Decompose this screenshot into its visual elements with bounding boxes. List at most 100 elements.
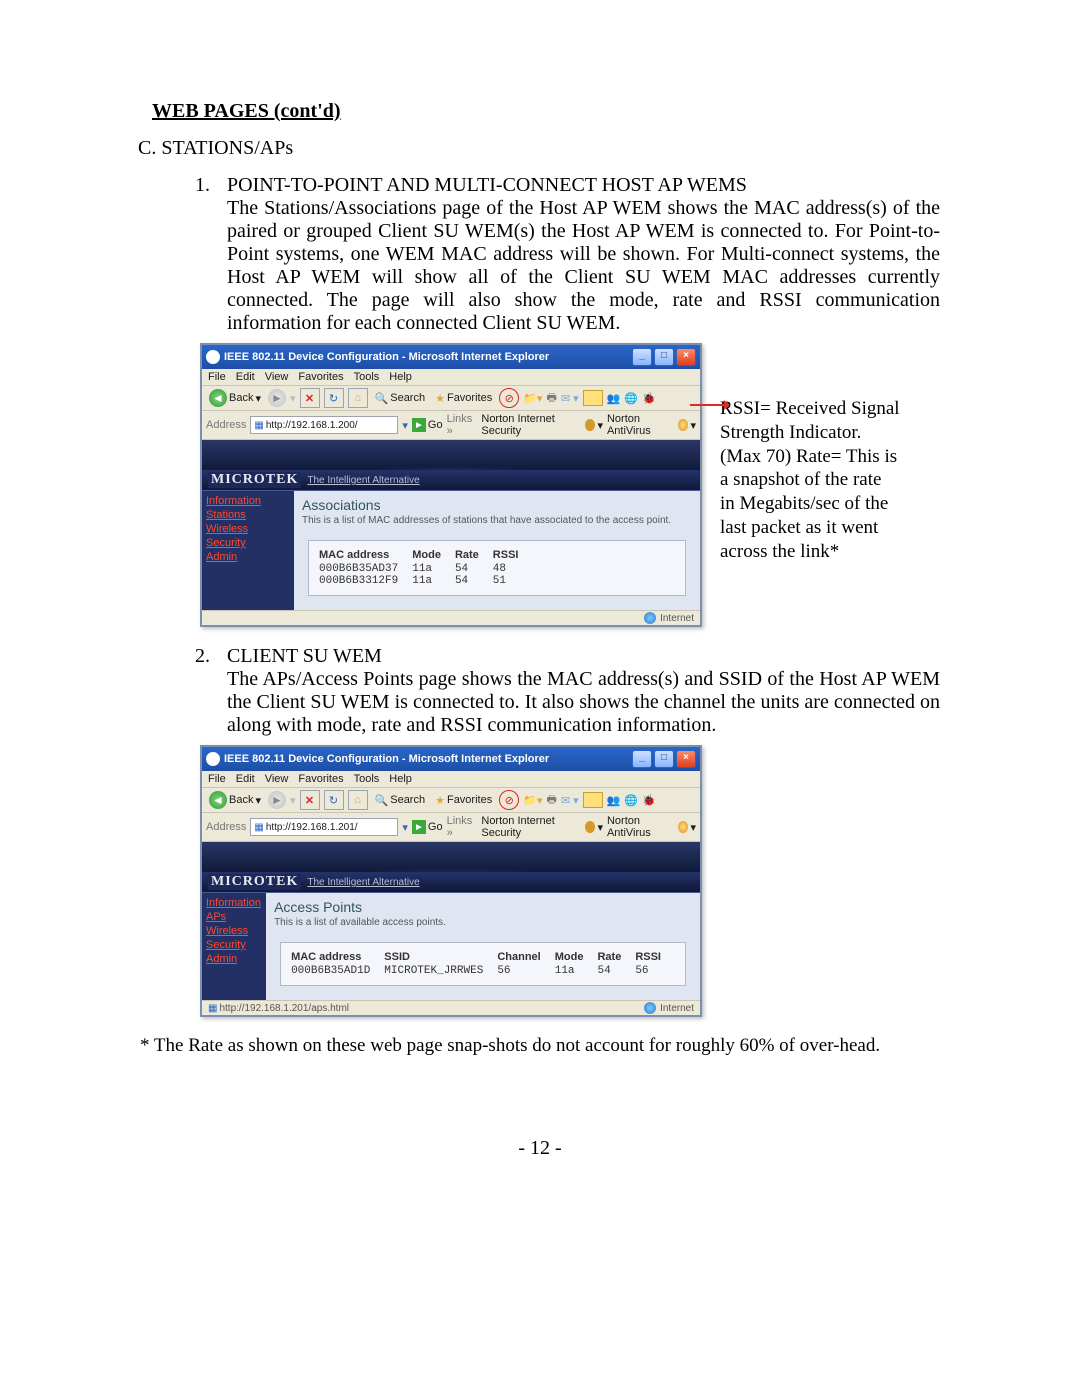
back-button[interactable]: ◄Back ▾ — [206, 790, 264, 810]
yellow-box-icon[interactable] — [583, 792, 603, 808]
app-icon — [206, 350, 220, 364]
print-icon[interactable]: 🖶 — [546, 389, 556, 408]
print-icon[interactable]: 🖶 — [546, 791, 556, 810]
stop-button[interactable]: ✕ — [300, 790, 320, 810]
address-label: Address — [206, 821, 246, 833]
brand-tagline: The Intelligent Alternative — [307, 877, 419, 888]
yellow-box-icon[interactable] — [583, 390, 603, 406]
menu-edit[interactable]: Edit — [236, 773, 255, 785]
bug-icon[interactable]: 🐞 — [642, 794, 656, 807]
menu-file[interactable]: File — [208, 773, 226, 785]
minimize-button[interactable]: _ — [632, 348, 652, 366]
close-button[interactable]: × — [676, 348, 696, 366]
stop-button[interactable]: ✕ — [300, 388, 320, 408]
content-area: Information Stations Wireless Security A… — [202, 491, 700, 610]
sidebar-item-admin[interactable]: Admin — [206, 953, 262, 965]
minimize-button[interactable]: _ — [632, 750, 652, 768]
sidebar-item-security[interactable]: Security — [206, 939, 262, 951]
favorites-button[interactable]: ★Favorites — [432, 793, 495, 808]
table-header-row: MAC address Mode Rate RSSI — [319, 549, 532, 563]
norton-security-button[interactable]: Norton Internet Security ▾ — [481, 815, 603, 839]
folder-icon[interactable]: 📁▾ — [523, 794, 542, 807]
address-bar: Address ▦http://192.168.1.200/ ▾ ►Go Lin… — [202, 411, 700, 440]
window-title: IEEE 802.11 Device Configuration - Micro… — [224, 753, 632, 765]
blocked-icon[interactable]: ⊘ — [499, 388, 519, 408]
maximize-button[interactable]: □ — [654, 750, 674, 768]
window-title: IEEE 802.11 Device Configuration - Micro… — [224, 351, 632, 363]
menu-file[interactable]: File — [208, 371, 226, 383]
bug-icon[interactable]: 🐞 — [642, 392, 656, 405]
menu-view[interactable]: View — [265, 773, 289, 785]
sidebar-item-information[interactable]: Information — [206, 897, 262, 909]
menu-help[interactable]: Help — [389, 371, 412, 383]
people-icon[interactable]: 👥 — [607, 392, 621, 405]
menu-edit[interactable]: Edit — [236, 371, 255, 383]
forward-button[interactable]: ► — [268, 389, 286, 407]
go-button[interactable]: ►Go — [412, 820, 443, 834]
menu-favorites[interactable]: Favorites — [298, 773, 343, 785]
search-button[interactable]: 🔍Search — [372, 391, 429, 406]
th-rssi: RSSI — [493, 549, 533, 563]
norton-security-button[interactable]: Norton Internet Security ▾ — [481, 413, 603, 437]
main-pane: Associations This is a list of MAC addre… — [294, 491, 700, 610]
back-arrow-icon: ◄ — [209, 791, 227, 809]
search-button[interactable]: 🔍Search — [372, 793, 429, 808]
sidebar-item-stations[interactable]: Stations — [206, 509, 290, 521]
refresh-button[interactable]: ↻ — [324, 790, 344, 810]
brand-logo: MICROTEK — [208, 472, 301, 488]
page-title: Access Points — [274, 899, 692, 915]
blocked-icon[interactable]: ⊘ — [499, 790, 519, 810]
norton-antivirus-button[interactable]: Norton AntiVirus ▾ — [607, 815, 696, 839]
go-arrow-icon: ► — [412, 820, 426, 834]
forward-button[interactable]: ► — [268, 791, 286, 809]
links-label[interactable]: Links » — [447, 413, 478, 437]
folder-icon[interactable]: 📁▾ — [523, 392, 542, 405]
home-button[interactable]: ⌂ — [348, 388, 368, 408]
status-right: Internet — [644, 1002, 694, 1014]
globe-icon[interactable]: 🌐 — [624, 392, 638, 405]
go-button[interactable]: ►Go — [412, 418, 443, 432]
menu-help[interactable]: Help — [389, 773, 412, 785]
menu-tools[interactable]: Tools — [354, 773, 380, 785]
menu-favorites[interactable]: Favorites — [298, 371, 343, 383]
sidebar-item-aps[interactable]: APs — [206, 911, 262, 923]
back-button[interactable]: ◄Back ▾ — [206, 388, 264, 408]
page-icon: ▦ — [254, 420, 263, 431]
sidebar-item-wireless[interactable]: Wireless — [206, 925, 262, 937]
window-titlebar: IEEE 802.11 Device Configuration - Micro… — [202, 747, 700, 771]
address-input[interactable]: ▦http://192.168.1.200/ — [250, 416, 398, 434]
sidebar-item-wireless[interactable]: Wireless — [206, 523, 290, 535]
address-input[interactable]: ▦http://192.168.1.201/ — [250, 818, 398, 836]
page-icon: ▦ — [208, 1003, 217, 1014]
globe-icon[interactable]: 🌐 — [624, 794, 638, 807]
th-mode: Mode — [412, 549, 455, 563]
search-icon: 🔍 — [375, 794, 389, 807]
th-channel: Channel — [497, 951, 554, 965]
item-text: The APs/Access Points page shows the MAC… — [227, 668, 940, 736]
toolbar: ◄Back ▾ ► ▾ ✕ ↻ ⌂ 🔍Search ★Favorites ⊘ 📁… — [202, 788, 700, 813]
data-box: MAC address Mode Rate RSSI 000B6B35AD37 … — [308, 540, 686, 596]
nav-globe-icon — [678, 419, 688, 431]
sidebar: Information Stations Wireless Security A… — [202, 491, 294, 610]
sidebar-item-security[interactable]: Security — [206, 537, 290, 549]
sidebar-item-information[interactable]: Information — [206, 495, 290, 507]
th-rate: Rate — [597, 951, 635, 965]
menu-tools[interactable]: Tools — [354, 371, 380, 383]
close-button[interactable]: × — [676, 750, 696, 768]
mail-icon[interactable]: ✉ ▾ — [561, 794, 579, 807]
norton-antivirus-button[interactable]: Norton AntiVirus ▾ — [607, 413, 696, 437]
mail-icon[interactable]: ✉ ▾ — [561, 392, 579, 405]
home-button[interactable]: ⌂ — [348, 790, 368, 810]
app-icon — [206, 752, 220, 766]
favorites-button[interactable]: ★Favorites — [432, 391, 495, 406]
menu-view[interactable]: View — [265, 371, 289, 383]
maximize-button[interactable]: □ — [654, 348, 674, 366]
sidebar-item-admin[interactable]: Admin — [206, 551, 290, 563]
menubar: File Edit View Favorites Tools Help — [202, 771, 700, 788]
internet-zone-icon — [644, 1002, 656, 1014]
refresh-button[interactable]: ↻ — [324, 388, 344, 408]
links-label[interactable]: Links » — [447, 815, 478, 839]
people-icon[interactable]: 👥 — [607, 794, 621, 807]
item-number: 1. — [195, 174, 227, 335]
menubar: File Edit View Favorites Tools Help — [202, 369, 700, 386]
